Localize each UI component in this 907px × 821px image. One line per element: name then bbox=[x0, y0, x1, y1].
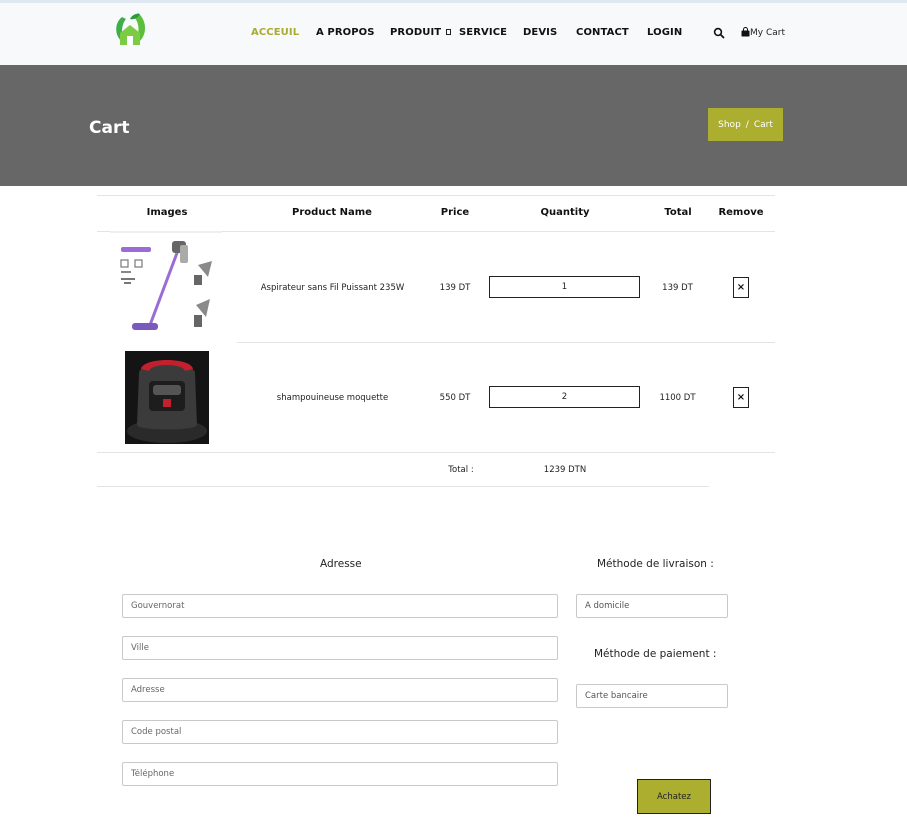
remove-button[interactable]: × bbox=[733, 387, 749, 408]
table-top-border bbox=[97, 195, 775, 196]
telephone-field[interactable] bbox=[122, 762, 558, 786]
site-header: ACCEUIL A PROPOS PRODUIT SERVICE DEVIS C… bbox=[0, 3, 907, 65]
product-image-vacuum[interactable] bbox=[110, 233, 222, 341]
row-divider bbox=[97, 452, 775, 453]
header-total: Total bbox=[664, 207, 692, 218]
breadcrumb: Shop / Cart bbox=[708, 108, 783, 141]
product-name[interactable]: shampouineuse moquette bbox=[255, 393, 410, 403]
page-banner: Cart Shop / Cart bbox=[0, 65, 907, 186]
product-price: 550 DT bbox=[439, 393, 471, 403]
my-cart-link[interactable]: My Cart bbox=[750, 28, 785, 38]
gouvernorat-field[interactable] bbox=[122, 594, 558, 618]
delivery-method-field[interactable] bbox=[576, 594, 728, 618]
code-postal-field[interactable] bbox=[122, 720, 558, 744]
breadcrumb-shop[interactable]: Shop bbox=[718, 120, 741, 130]
product-image-shampooer[interactable] bbox=[125, 351, 209, 444]
total-label: Total : bbox=[448, 465, 474, 475]
product-price: 139 DT bbox=[439, 283, 471, 293]
nav-contact[interactable]: CONTACT bbox=[576, 27, 629, 38]
nav-a-propos[interactable]: A PROPOS bbox=[316, 27, 375, 38]
total-value: 1239 DTN bbox=[543, 465, 587, 475]
buy-button[interactable]: Achatez bbox=[637, 779, 711, 814]
quantity-input[interactable] bbox=[489, 276, 640, 298]
nav-produit-label: PRODUIT bbox=[390, 27, 442, 38]
ville-field[interactable] bbox=[122, 636, 558, 660]
address-title: Adresse bbox=[320, 558, 362, 570]
dropdown-icon bbox=[446, 29, 452, 35]
search-icon[interactable] bbox=[713, 27, 725, 39]
payment-method-field[interactable] bbox=[576, 684, 728, 708]
row-divider bbox=[237, 342, 775, 343]
breadcrumb-current: Cart bbox=[753, 119, 773, 130]
close-icon: × bbox=[736, 282, 746, 293]
nav-accueil[interactable]: ACCEUIL bbox=[251, 27, 299, 38]
product-name[interactable]: Aspirateur sans Fil Puissant 235W bbox=[255, 283, 410, 293]
breadcrumb-separator: / bbox=[745, 119, 749, 130]
header-product-name: Product Name bbox=[292, 207, 372, 218]
close-icon: × bbox=[736, 392, 746, 403]
quantity-input[interactable] bbox=[489, 386, 640, 408]
remove-button[interactable]: × bbox=[733, 277, 749, 298]
header-quantity: Quantity bbox=[540, 207, 590, 218]
page-title: Cart bbox=[89, 118, 130, 138]
main-nav: ACCEUIL A PROPOS PRODUIT SERVICE DEVIS C… bbox=[0, 3, 907, 65]
total-bottom-border bbox=[97, 486, 709, 487]
delivery-method-title: Méthode de livraison : bbox=[597, 558, 714, 570]
payment-method-title: Méthode de paiement : bbox=[594, 648, 717, 660]
header-price: Price bbox=[440, 207, 470, 218]
nav-login[interactable]: LOGIN bbox=[647, 27, 682, 38]
adresse-field[interactable] bbox=[122, 678, 558, 702]
product-total: 139 DT bbox=[662, 283, 693, 293]
nav-produit[interactable]: PRODUIT bbox=[390, 27, 452, 38]
header-remove: Remove bbox=[718, 207, 764, 218]
nav-service[interactable]: SERVICE bbox=[459, 27, 507, 38]
nav-devis[interactable]: DEVIS bbox=[523, 27, 557, 38]
shopping-bag-icon[interactable] bbox=[741, 27, 750, 37]
product-total: 1100 DT bbox=[659, 393, 696, 403]
header-images: Images bbox=[146, 207, 188, 218]
